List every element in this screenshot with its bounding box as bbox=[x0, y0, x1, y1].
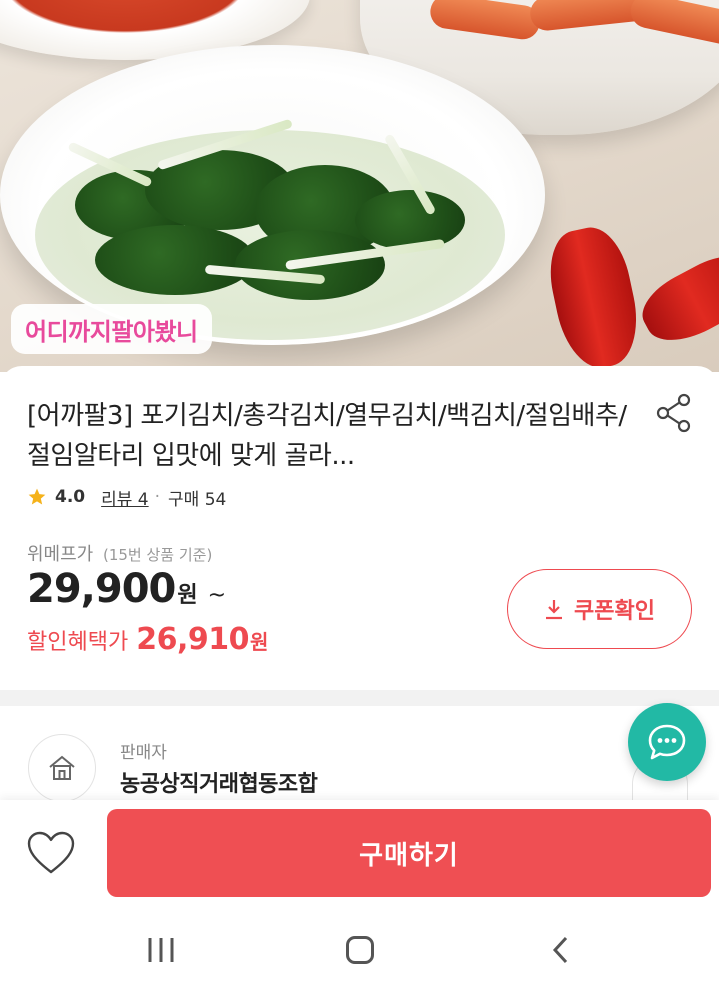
rating-value: 4.0 bbox=[55, 487, 86, 507]
star-icon bbox=[28, 488, 46, 505]
separator-dot: · bbox=[154, 487, 161, 507]
product-title: [어까팔3] 포기김치/총각김치/열무김치/백김치/절임배추/절임알타리 입맛에… bbox=[27, 401, 627, 471]
price-unit: 원 bbox=[177, 583, 198, 608]
discount-price: 할인혜택가 26,910 원 bbox=[27, 622, 268, 657]
nav-home-icon[interactable] bbox=[346, 936, 374, 964]
chat-bubble-icon bbox=[648, 724, 686, 760]
download-icon bbox=[546, 600, 563, 620]
price-label: 위메프가 (15번 상품 기준) bbox=[27, 540, 212, 566]
chat-button[interactable] bbox=[628, 703, 706, 781]
seller-label: 판매자 bbox=[120, 743, 167, 763]
price-label-text: 위메프가 bbox=[27, 544, 94, 565]
discount-value: 26,910 bbox=[136, 622, 249, 657]
system-nav-bar bbox=[0, 908, 719, 991]
discount-unit: 원 bbox=[249, 630, 269, 654]
price-value: 29,900 bbox=[27, 566, 176, 612]
product-image[interactable]: 어디까지팔아봤니 bbox=[0, 0, 719, 372]
brand-badge: 어디까지팔아봤니 bbox=[11, 304, 212, 354]
recent-apps-icon[interactable] bbox=[146, 938, 176, 962]
heart-icon[interactable] bbox=[26, 830, 76, 876]
buy-button[interactable]: 구매하기 bbox=[107, 809, 711, 897]
review-link[interactable]: 리뷰 4 bbox=[101, 485, 149, 510]
coupon-check-button[interactable]: 쿠폰확인 bbox=[507, 569, 692, 649]
red-pepper-image bbox=[541, 221, 647, 372]
price-label-note: (15번 상품 기준) bbox=[102, 546, 213, 564]
seller-avatar bbox=[28, 734, 96, 802]
seller-section[interactable]: 판매자 농공상직거래협동조합 bbox=[0, 706, 719, 802]
share-icon[interactable] bbox=[656, 393, 692, 433]
price: 29,900 원 ~ bbox=[27, 566, 226, 612]
home-icon bbox=[49, 755, 75, 780]
discount-label: 할인혜택가 bbox=[27, 630, 129, 655]
price-suffix: ~ bbox=[207, 583, 227, 608]
red-pepper-image bbox=[632, 243, 719, 355]
back-icon[interactable] bbox=[551, 936, 571, 964]
bottom-action-bar: 구매하기 bbox=[0, 800, 719, 908]
yeolmu-kimchi-plate-image bbox=[0, 45, 545, 345]
coupon-check-label: 쿠폰확인 bbox=[574, 599, 655, 624]
rating-row: 4.0 리뷰 4 · 구매 54 bbox=[27, 484, 226, 510]
purchase-count: 구매 54 bbox=[168, 489, 227, 510]
seller-name[interactable]: 농공상직거래협동조합 bbox=[120, 766, 318, 798]
section-divider bbox=[0, 690, 719, 706]
product-info-card: [어까팔3] 포기김치/총각김치/열무김치/백김치/절임배추/절임알타리 입맛에… bbox=[0, 366, 719, 690]
